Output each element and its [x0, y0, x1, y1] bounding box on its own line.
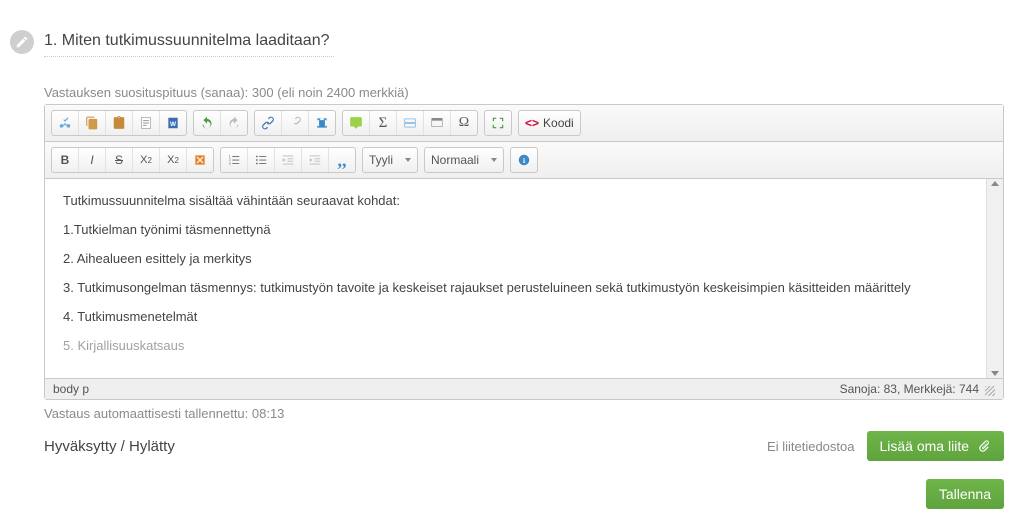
autosave-text: Vastaus automaattisesti tallennettu: 08:… [44, 406, 1004, 421]
unlink-icon[interactable] [282, 111, 309, 135]
about-icon[interactable]: i [511, 148, 537, 172]
svg-text:W: W [170, 121, 177, 128]
numbered-list-icon[interactable]: 123 [221, 148, 248, 172]
remove-format-icon[interactable] [187, 148, 213, 172]
save-button-label: Tallenna [939, 486, 991, 502]
special-char-icon[interactable]: Ω [451, 111, 477, 135]
copy-icon[interactable] [79, 111, 106, 135]
scroll-up-icon[interactable] [991, 181, 999, 186]
toolbar-row-2: B I S X2 X2 123 ,, Tyyli Normaali [45, 142, 1003, 179]
editor-line: 2. Aihealueen esittely ja merkitys [63, 251, 985, 266]
no-attachment-text: Ei liitetiedostoa [767, 439, 854, 454]
editor-line: 3. Tutkimusongelman täsmennys: tutkimust… [63, 280, 985, 295]
subscript-button[interactable]: X2 [133, 148, 160, 172]
question-title: 1. Miten tutkimussuunnitelma laaditaan? [44, 32, 1004, 50]
format-combo[interactable]: Normaali [424, 147, 504, 173]
source-button[interactable]: <> Koodi [518, 110, 581, 136]
word-char-count: Sanoja: 83, Merkkejä: 744 [840, 382, 979, 396]
element-path[interactable]: body p [53, 382, 89, 396]
undo-icon[interactable] [194, 111, 221, 135]
iframe-icon[interactable] [424, 111, 451, 135]
paste-word-icon[interactable]: W [160, 111, 186, 135]
format-combo-label: Normaali [431, 153, 479, 167]
editor-line: Tutkimussuunnitelma sisältää vähintään s… [63, 193, 985, 208]
divider [44, 56, 334, 57]
chevron-down-icon [405, 158, 411, 162]
rec-length-value: 300 (eli noin 2400 merkkiä) [252, 85, 409, 100]
cut-icon[interactable] [52, 111, 79, 135]
editor-status-bar: body p Sanoja: 83, Merkkejä: 744 [45, 378, 1003, 399]
recommended-length: Vastauksen suosituspituus (sanaa): 300 (… [44, 85, 1004, 100]
resize-handle-icon[interactable] [985, 386, 995, 396]
save-button[interactable]: Tallenna [926, 479, 1004, 509]
svg-text:3: 3 [229, 162, 231, 166]
editor-line: 1.Tutkielman työnimi täsmennettynä [63, 222, 985, 237]
link-icon[interactable] [255, 111, 282, 135]
anchor-icon[interactable] [309, 111, 335, 135]
paperclip-icon [977, 439, 991, 453]
bullet-list-icon[interactable] [248, 148, 275, 172]
bold-button[interactable]: B [52, 148, 79, 172]
style-combo[interactable]: Tyyli [362, 147, 418, 173]
scrollbar[interactable] [986, 179, 1003, 378]
pencil-icon [10, 30, 34, 54]
paste-text-icon[interactable] [133, 111, 160, 135]
math-icon[interactable]: Σ [370, 111, 397, 135]
maximize-icon[interactable] [485, 111, 511, 135]
scroll-down-icon[interactable] [991, 371, 999, 376]
editor-line: 4. Tutkimusmenetelmät [63, 309, 985, 324]
superscript-button[interactable]: X2 [160, 148, 187, 172]
hr-icon[interactable] [397, 111, 424, 135]
editor-line: 5. Kirjallisuuskatsaus [63, 338, 985, 353]
editor-content[interactable]: Tutkimussuunnitelma sisältää vähintään s… [45, 179, 1003, 378]
italic-button[interactable]: I [79, 148, 106, 172]
code-icon: <> [525, 116, 539, 130]
rec-length-label: Vastauksen suosituspituus (sanaa): [44, 85, 248, 100]
add-attachment-label: Lisää oma liite [880, 438, 970, 454]
strike-button[interactable]: S [106, 148, 133, 172]
outdent-icon[interactable] [275, 148, 302, 172]
chevron-down-icon [491, 158, 497, 162]
grade-label: Hyväksytty / Hylätty [44, 438, 175, 455]
redo-icon[interactable] [221, 111, 247, 135]
svg-text:i: i [523, 156, 525, 165]
paste-icon[interactable] [106, 111, 133, 135]
indent-icon[interactable] [302, 148, 329, 172]
add-attachment-button[interactable]: Lisää oma liite [867, 431, 1005, 461]
style-combo-label: Tyyli [369, 153, 393, 167]
toolbar-row-1: W Σ Ω <> Koodi [45, 105, 1003, 142]
blockquote-icon[interactable]: ,, [329, 148, 355, 172]
comment-icon[interactable] [343, 111, 370, 135]
source-button-label: Koodi [543, 116, 574, 130]
rich-text-editor: W Σ Ω <> Koodi [44, 104, 1004, 400]
